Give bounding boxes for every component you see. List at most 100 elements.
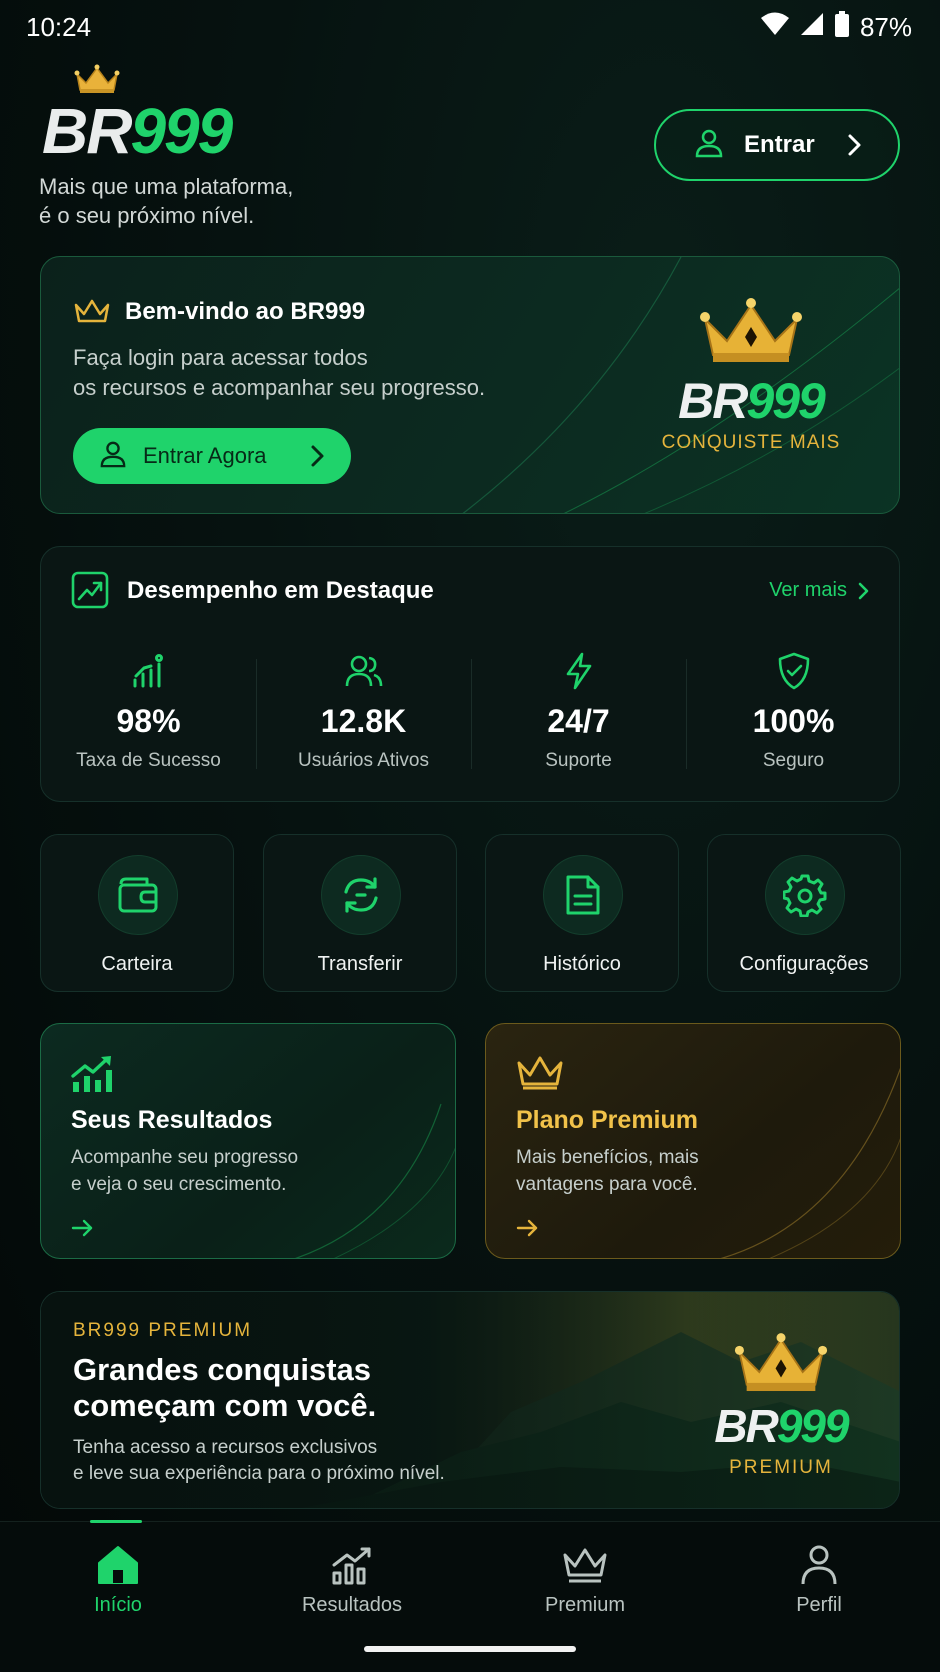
performance-title: Desempenho em Destaque bbox=[127, 577, 434, 604]
banner-brand-logo: BR999 PREMIUM bbox=[681, 1332, 881, 1479]
banner-999: 999 bbox=[776, 1400, 850, 1452]
stat-support: 24/7 Suporte bbox=[471, 651, 686, 771]
results-card[interactable]: Seus Resultados Acompanhe seu progresso … bbox=[40, 1023, 456, 1259]
gesture-home-bar[interactable] bbox=[364, 1646, 576, 1652]
logo-999: 999 bbox=[130, 95, 233, 167]
signal-icon bbox=[800, 12, 824, 43]
welcome-title: Bem-vindo ao BR999 bbox=[125, 298, 366, 325]
premium-desc-line-2: vantagens para você. bbox=[516, 1174, 698, 1195]
welcome-brand-logo: BR999 CONQUISTE MAIS bbox=[651, 297, 851, 454]
person-icon bbox=[99, 440, 127, 473]
wallet-icon bbox=[98, 855, 178, 935]
brand-slogan: CONQUISTE MAIS bbox=[661, 432, 841, 453]
see-more-label: Ver mais bbox=[769, 579, 847, 601]
banner-logo-sub: PREMIUM bbox=[729, 1457, 833, 1478]
results-desc-line-2: e veja o seu crescimento. bbox=[71, 1174, 287, 1195]
wifi-icon bbox=[760, 12, 790, 43]
welcome-desc-line-2: os recursos e acompanhar seu progresso. bbox=[73, 375, 486, 400]
transfer-icon bbox=[321, 855, 401, 935]
brand-wordmark: BR999 bbox=[651, 372, 851, 430]
login-button-label: Entrar bbox=[744, 131, 815, 158]
logo-br: BR bbox=[42, 95, 132, 167]
quick-action-transfer[interactable]: Transferir bbox=[263, 834, 457, 992]
stat-label: Seguro bbox=[762, 750, 825, 771]
see-more-link[interactable]: Ver mais bbox=[769, 579, 869, 602]
nav-label: Perfil bbox=[796, 1594, 842, 1616]
results-desc-line-1: Acompanhe seu progresso bbox=[71, 1147, 299, 1168]
tagline-line-2: é o seu próximo nível. bbox=[39, 203, 255, 228]
chart-icon bbox=[272, 1540, 432, 1590]
nav-item-results[interactable]: Resultados bbox=[272, 1540, 432, 1617]
stat-value: 100% bbox=[752, 703, 835, 739]
stat-active-users: 12.8K Usuários Ativos bbox=[256, 651, 471, 771]
premium-desc-line-1: Mais benefícios, mais bbox=[516, 1147, 699, 1168]
brand-br: BR bbox=[678, 373, 748, 429]
quick-action-label: Histórico bbox=[543, 953, 621, 975]
nav-active-indicator bbox=[90, 1520, 142, 1523]
stat-label: Taxa de Sucesso bbox=[76, 750, 221, 771]
trend-up-icon bbox=[71, 1054, 115, 1097]
banner-desc-line-2: e leve sua experiência para o próximo ní… bbox=[73, 1463, 445, 1484]
crown-logo-icon bbox=[699, 298, 803, 369]
banner-title-line-2: começam com você. bbox=[73, 1388, 377, 1423]
login-now-label: Entrar Agora bbox=[143, 443, 267, 468]
person-icon bbox=[694, 128, 724, 163]
stat-value: 98% bbox=[116, 703, 181, 739]
quick-action-settings[interactable]: Configurações bbox=[707, 834, 901, 992]
shield-check-icon bbox=[686, 651, 901, 691]
crown-icon bbox=[505, 1540, 665, 1590]
banner-description: Tenha acesso a recursos exclusivos e lev… bbox=[73, 1435, 445, 1487]
results-title: Seus Resultados bbox=[71, 1106, 273, 1134]
welcome-desc-line-1: Faça login para acessar todos bbox=[73, 345, 368, 370]
banner-desc-line-1: Tenha acesso a recursos exclusivos bbox=[73, 1437, 378, 1458]
quick-action-label: Carteira bbox=[101, 953, 173, 975]
banner-title-line-1: Grandes conquistas bbox=[73, 1352, 372, 1387]
status-icons: 87% bbox=[760, 11, 912, 44]
battery-percent: 87% bbox=[859, 12, 912, 42]
signal-bars-icon bbox=[41, 651, 256, 691]
premium-plan-card[interactable]: Plano Premium Mais benefícios, mais vant… bbox=[485, 1023, 901, 1259]
person-icon bbox=[739, 1540, 899, 1590]
stat-secure: 100% Seguro bbox=[686, 651, 901, 771]
nav-item-home[interactable]: Início bbox=[38, 1540, 198, 1617]
tagline-line-1: Mais que uma plataforma, bbox=[39, 174, 294, 199]
stat-value: 12.8K bbox=[320, 703, 407, 739]
welcome-card: Bem-vindo ao BR999 Faça login para acess… bbox=[40, 256, 900, 514]
stat-label: Usuários Ativos bbox=[298, 750, 429, 771]
document-icon bbox=[543, 855, 623, 935]
chart-up-icon bbox=[71, 571, 109, 614]
battery-icon bbox=[834, 11, 850, 44]
banner-kicker: BR999 PREMIUM bbox=[73, 1320, 253, 1341]
login-button[interactable]: Entrar bbox=[654, 109, 900, 181]
banner-title: Grandes conquistas começam com você. bbox=[73, 1352, 376, 1424]
status-time: 10:24 bbox=[26, 12, 92, 42]
nav-item-premium[interactable]: Premium bbox=[505, 1540, 665, 1617]
crown-icon bbox=[73, 297, 111, 330]
quick-action-history[interactable]: Histórico bbox=[485, 834, 679, 992]
banner-wordmark: BR999 bbox=[681, 1399, 881, 1453]
arrow-right-icon bbox=[516, 1219, 538, 1242]
nav-label: Resultados bbox=[301, 1594, 403, 1616]
stat-success-rate: 98% Taxa de Sucesso bbox=[41, 651, 256, 771]
performance-card: Desempenho em Destaque Ver mais 98% Taxa… bbox=[40, 546, 900, 802]
home-icon bbox=[38, 1540, 198, 1590]
stats-row: 98% Taxa de Sucesso 12.8K Usuários Ativo… bbox=[41, 651, 901, 771]
stat-label: Suporte bbox=[545, 750, 612, 771]
login-now-button[interactable]: Entrar Agora bbox=[73, 428, 351, 484]
premium-plan-title: Plano Premium bbox=[516, 1106, 698, 1134]
stat-value: 24/7 bbox=[547, 703, 610, 739]
chevron-right-icon bbox=[309, 444, 325, 473]
quick-action-label: Configurações bbox=[739, 953, 869, 975]
crown-logo-icon bbox=[734, 1333, 828, 1398]
users-icon bbox=[256, 651, 471, 691]
nav-item-profile[interactable]: Perfil bbox=[739, 1540, 899, 1617]
banner-br: BR bbox=[714, 1400, 778, 1452]
crown-icon bbox=[516, 1054, 564, 1095]
chevron-right-icon bbox=[846, 133, 862, 162]
logo-wordmark: BR999 bbox=[42, 94, 233, 168]
premium-banner[interactable]: BR999 PREMIUM Grandes conquistas começam… bbox=[40, 1291, 900, 1509]
quick-action-wallet[interactable]: Carteira bbox=[40, 834, 234, 992]
app-logo: BR999 bbox=[40, 64, 340, 167]
results-description: Acompanhe seu progresso e veja o seu cre… bbox=[71, 1144, 298, 1198]
nav-label: Início bbox=[94, 1594, 142, 1616]
